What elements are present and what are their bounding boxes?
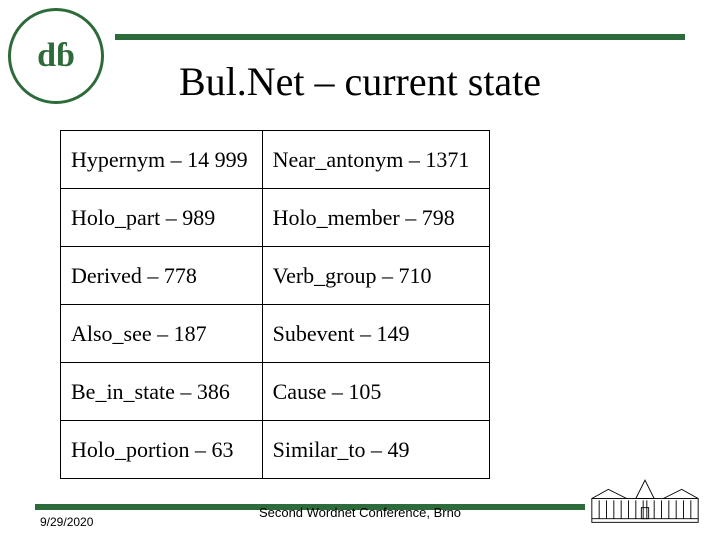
cell-subevent: Subevent – 149 [262,305,489,363]
cell-derived: Derived – 778 [61,247,263,305]
cell-cause: Cause – 105 [262,363,489,421]
cell-hypernym: Hypernym – 14 999 [61,131,263,189]
table-row: Also_see – 187 Subevent – 149 [61,305,490,363]
cell-holo-member: Holo_member – 798 [262,189,489,247]
cell-holo-part: Holo_part – 989 [61,189,263,247]
cell-be-in-state: Be_in_state – 386 [61,363,263,421]
cell-holo-portion: Holo_portion – 63 [61,421,263,479]
cell-similar-to: Similar_to – 49 [262,421,489,479]
table-row: Be_in_state – 386 Cause – 105 [61,363,490,421]
cell-verb-group: Verb_group – 710 [262,247,489,305]
table-row: Holo_part – 989 Holo_member – 798 [61,189,490,247]
cell-near-antonym: Near_antonym – 1371 [262,131,489,189]
table-row: Derived – 778 Verb_group – 710 [61,247,490,305]
table-row: Hypernym – 14 999 Near_antonym – 1371 [61,131,490,189]
footer-date: 9/29/2020 [40,515,93,529]
slide-title: Bul.Net – current state [0,58,720,105]
cell-also-see: Also_see – 187 [61,305,263,363]
header-divider [115,34,685,40]
building-icon [590,471,700,526]
stats-table: Hypernym – 14 999 Near_antonym – 1371 Ho… [60,130,490,479]
table-row: Holo_portion – 63 Similar_to – 49 [61,421,490,479]
